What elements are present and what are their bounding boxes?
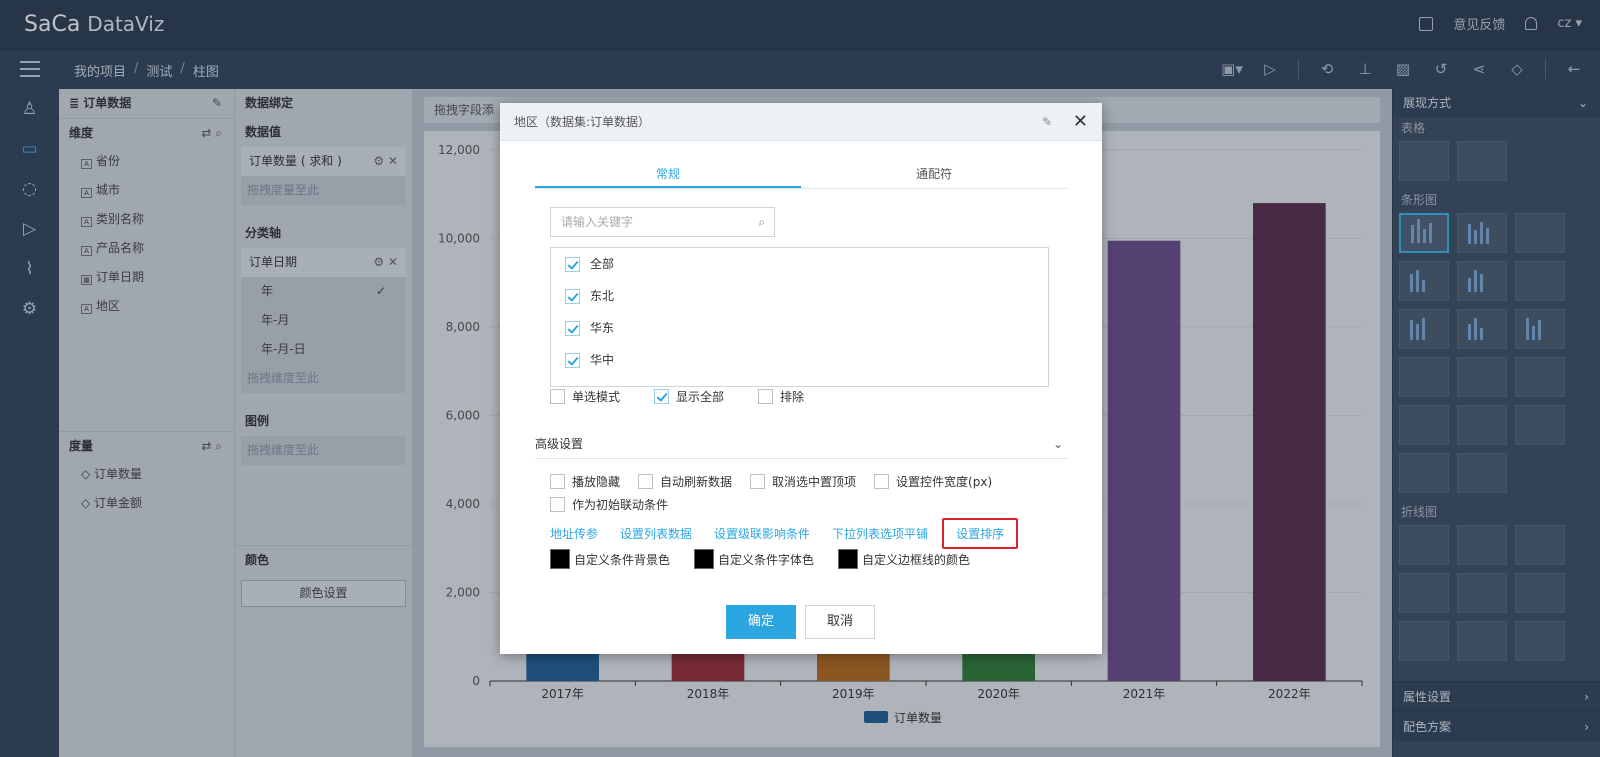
option-label: 显示全部 (676, 390, 725, 404)
filter-dialog: 地区（数据集:订单数据） ✎ ✕ 常规 通配符 请输入关键字 ⌕ 全部 东北 华… (500, 103, 1102, 654)
edit-pencil-icon[interactable]: ✎ (1042, 103, 1052, 141)
checkbox[interactable] (550, 497, 565, 512)
list-item[interactable]: 东北 (551, 280, 1048, 312)
initial-linkage-option[interactable]: 作为初始联动条件 (550, 496, 668, 513)
control-width-option[interactable]: 设置控件宽度(px) (874, 473, 992, 490)
checkbox[interactable] (874, 474, 890, 489)
unpin-selected-option[interactable]: 取消选中置顶项 (750, 473, 856, 490)
auto-refresh-option[interactable]: 自动刷新数据 (638, 473, 732, 490)
mode-options: 单选模式 显示全部 排除 (550, 388, 822, 405)
checkbox[interactable] (550, 389, 565, 404)
list-item-label: 华中 (590, 353, 615, 367)
cancel-button[interactable]: 取消 (805, 605, 875, 639)
option-label: 作为初始联动条件 (572, 498, 669, 512)
confirm-button[interactable]: 确定 (726, 605, 796, 639)
checkbox[interactable] (750, 474, 766, 489)
swatch-label: 自定义边框线的颜色 (862, 552, 971, 567)
list-item[interactable]: 全部 (551, 248, 1048, 280)
option-label: 设置控件宽度(px) (896, 475, 993, 489)
dialog-header: 地区（数据集:订单数据） ✎ ✕ (500, 103, 1102, 141)
checkbox[interactable] (565, 352, 580, 368)
single-select-option[interactable]: 单选模式 (550, 388, 620, 405)
search-icon: ⌕ (758, 215, 765, 229)
play-hide-option[interactable]: 播放隐藏 (550, 473, 620, 490)
checkbox[interactable] (550, 474, 565, 489)
show-all-option[interactable]: 显示全部 (654, 388, 724, 405)
checkbox[interactable] (758, 389, 774, 404)
option-label: 单选模式 (572, 390, 621, 404)
checkbox[interactable] (638, 474, 654, 489)
exclude-option[interactable]: 排除 (758, 388, 804, 405)
advanced-settings-header[interactable]: 高级设置 ⌄ (535, 433, 1067, 459)
font-color-setting[interactable]: 自定义条件字体色 (694, 549, 814, 569)
color-swatch[interactable] (838, 549, 859, 569)
advanced-options: 播放隐藏 自动刷新数据 取消选中置顶项 设置控件宽度(px) (550, 473, 1010, 490)
search-placeholder: 请输入关键字 (561, 215, 634, 229)
border-color-setting[interactable]: 自定义边框线的颜色 (838, 549, 970, 569)
set-cascade-conditions-link[interactable]: 设置级联影响条件 (714, 523, 810, 544)
swatch-label: 自定义条件背景色 (574, 552, 671, 567)
list-item[interactable]: 华中 (551, 344, 1048, 376)
dialog-tabs: 常规 通配符 (535, 159, 1067, 189)
url-params-link[interactable]: 地址传参 (550, 523, 598, 544)
list-item-label: 全部 (590, 257, 615, 271)
list-item[interactable]: 华东 (551, 312, 1048, 344)
swatch-label: 自定义条件字体色 (718, 552, 815, 567)
set-sort-link[interactable]: 设置排序 (942, 518, 1019, 549)
value-list: 全部 东北 华东 华中 (550, 247, 1049, 387)
list-item-label: 华东 (590, 321, 615, 335)
color-swatches: 自定义条件背景色 自定义条件字体色 自定义边框线的颜色 (550, 549, 994, 569)
set-list-data-link[interactable]: 设置列表数据 (620, 523, 692, 544)
checkbox[interactable] (565, 320, 580, 336)
advanced-options-2: 作为初始联动条件 (550, 496, 686, 513)
list-item-label: 东北 (590, 289, 615, 303)
dropdown-tile-link[interactable]: 下拉列表选项平铺 (832, 523, 928, 544)
option-label: 排除 (780, 390, 805, 404)
checkbox[interactable] (565, 256, 580, 272)
option-label: 播放隐藏 (572, 475, 621, 489)
bg-color-setting[interactable]: 自定义条件背景色 (550, 549, 670, 569)
color-swatch[interactable] (550, 549, 570, 569)
setting-links: 地址传参 设置列表数据 设置级联影响条件 下拉列表选项平铺 设置排序 (550, 518, 1040, 549)
tab-general[interactable]: 常规 (535, 159, 801, 188)
dialog-title: 地区（数据集:订单数据） (514, 115, 651, 129)
close-icon[interactable]: ✕ (1073, 103, 1088, 141)
advanced-settings-label: 高级设置 (535, 437, 584, 451)
checkbox[interactable] (654, 389, 670, 404)
color-swatch[interactable] (694, 549, 715, 569)
checkbox[interactable] (565, 288, 580, 304)
option-label: 自动刷新数据 (660, 475, 733, 489)
tab-wildcard[interactable]: 通配符 (801, 159, 1067, 188)
option-label: 取消选中置顶项 (772, 475, 857, 489)
chevron-down-icon: ⌄ (1052, 437, 1063, 451)
keyword-search-input[interactable]: 请输入关键字 ⌕ (550, 207, 775, 237)
